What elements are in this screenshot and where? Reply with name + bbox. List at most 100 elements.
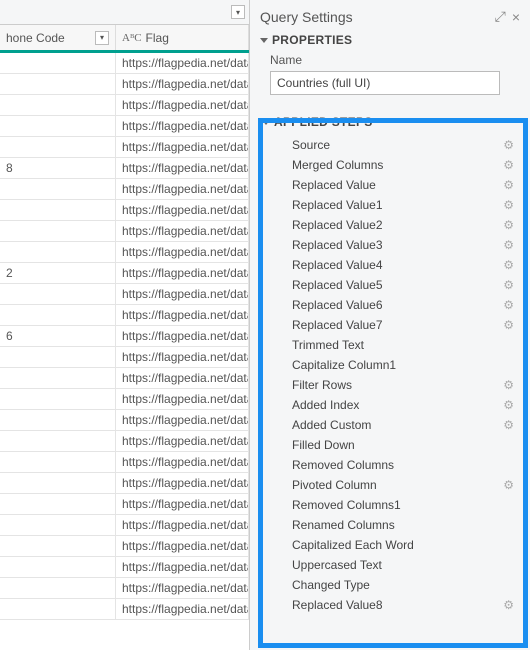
applied-step[interactable]: Replaced Value1⚙: [262, 195, 520, 215]
table-row[interactable]: https://flagpedia.net/data: [0, 557, 249, 578]
cell-flag-url[interactable]: https://flagpedia.net/data: [116, 536, 249, 556]
gear-icon[interactable]: ⚙: [503, 278, 514, 292]
cell-flag-url[interactable]: https://flagpedia.net/data: [116, 578, 249, 598]
applied-step[interactable]: Replaced Value5⚙: [262, 275, 520, 295]
table-row[interactable]: https://flagpedia.net/data: [0, 74, 249, 95]
gear-icon[interactable]: ⚙: [503, 238, 514, 252]
chevron-down-icon[interactable]: ▾: [95, 31, 109, 45]
column-header-flag[interactable]: AᴮC Flag: [116, 25, 249, 50]
cell-phone-code[interactable]: 8: [0, 158, 116, 178]
gear-icon[interactable]: ⚙: [503, 298, 514, 312]
table-row[interactable]: https://flagpedia.net/data: [0, 389, 249, 410]
cell-flag-url[interactable]: https://flagpedia.net/data: [116, 410, 249, 430]
table-row[interactable]: 8https://flagpedia.net/data: [0, 158, 249, 179]
gear-icon[interactable]: ⚙: [503, 598, 514, 612]
applied-step[interactable]: Renamed Columns: [262, 515, 520, 535]
applied-step[interactable]: Added Custom⚙: [262, 415, 520, 435]
cell-phone-code[interactable]: [0, 221, 116, 241]
cell-flag-url[interactable]: https://flagpedia.net/data: [116, 431, 249, 451]
applied-step[interactable]: Uppercased Text: [262, 555, 520, 575]
cell-phone-code[interactable]: [0, 389, 116, 409]
cell-flag-url[interactable]: https://flagpedia.net/data: [116, 95, 249, 115]
applied-step[interactable]: Capitalized Each Word: [262, 535, 520, 555]
cell-phone-code[interactable]: [0, 305, 116, 325]
cell-phone-code[interactable]: [0, 473, 116, 493]
gear-icon[interactable]: ⚙: [503, 198, 514, 212]
gear-icon[interactable]: ⚙: [503, 138, 514, 152]
gear-icon[interactable]: ⚙: [503, 178, 514, 192]
cell-phone-code[interactable]: [0, 284, 116, 304]
cell-phone-code[interactable]: [0, 410, 116, 430]
table-row[interactable]: 6https://flagpedia.net/data: [0, 326, 249, 347]
table-row[interactable]: https://flagpedia.net/data: [0, 578, 249, 599]
applied-step[interactable]: Trimmed Text: [262, 335, 520, 355]
cell-flag-url[interactable]: https://flagpedia.net/data: [116, 179, 249, 199]
applied-step[interactable]: Source⚙: [262, 135, 520, 155]
cell-flag-url[interactable]: https://flagpedia.net/data: [116, 137, 249, 157]
gear-icon[interactable]: ⚙: [503, 158, 514, 172]
table-row[interactable]: https://flagpedia.net/data: [0, 284, 249, 305]
cell-phone-code[interactable]: [0, 431, 116, 451]
cell-flag-url[interactable]: https://flagpedia.net/data: [116, 473, 249, 493]
cell-phone-code[interactable]: [0, 95, 116, 115]
applied-step[interactable]: Replaced Value3⚙: [262, 235, 520, 255]
cell-phone-code[interactable]: [0, 368, 116, 388]
cell-phone-code[interactable]: [0, 515, 116, 535]
cell-flag-url[interactable]: https://flagpedia.net/data: [116, 305, 249, 325]
table-row[interactable]: https://flagpedia.net/data: [0, 431, 249, 452]
table-row[interactable]: https://flagpedia.net/data: [0, 473, 249, 494]
cell-phone-code[interactable]: 6: [0, 326, 116, 346]
cell-flag-url[interactable]: https://flagpedia.net/data: [116, 389, 249, 409]
table-row[interactable]: https://flagpedia.net/data: [0, 494, 249, 515]
cell-phone-code[interactable]: [0, 74, 116, 94]
table-row[interactable]: https://flagpedia.net/data: [0, 137, 249, 158]
cell-flag-url[interactable]: https://flagpedia.net/data: [116, 116, 249, 136]
table-row[interactable]: https://flagpedia.net/data: [0, 599, 249, 620]
cell-phone-code[interactable]: [0, 494, 116, 514]
cell-flag-url[interactable]: https://flagpedia.net/data: [116, 368, 249, 388]
cell-phone-code[interactable]: [0, 347, 116, 367]
cell-phone-code[interactable]: [0, 557, 116, 577]
cell-phone-code[interactable]: [0, 536, 116, 556]
cell-phone-code[interactable]: [0, 242, 116, 262]
gear-icon[interactable]: ⚙: [503, 318, 514, 332]
cell-flag-url[interactable]: https://flagpedia.net/data: [116, 74, 249, 94]
cell-flag-url[interactable]: https://flagpedia.net/data: [116, 158, 249, 178]
cell-phone-code[interactable]: [0, 200, 116, 220]
table-row[interactable]: https://flagpedia.net/data: [0, 368, 249, 389]
applied-step[interactable]: Merged Columns⚙: [262, 155, 520, 175]
cell-flag-url[interactable]: https://flagpedia.net/data: [116, 557, 249, 577]
cell-phone-code[interactable]: 2: [0, 263, 116, 283]
applied-step[interactable]: Capitalize Column1: [262, 355, 520, 375]
cell-flag-url[interactable]: https://flagpedia.net/data: [116, 347, 249, 367]
applied-step[interactable]: Pivoted Column⚙: [262, 475, 520, 495]
applied-step[interactable]: Filled Down: [262, 435, 520, 455]
table-row[interactable]: https://flagpedia.net/data: [0, 410, 249, 431]
table-row[interactable]: https://flagpedia.net/data: [0, 221, 249, 242]
gear-icon[interactable]: ⚙: [503, 398, 514, 412]
gear-icon[interactable]: ⚙: [503, 218, 514, 232]
cell-phone-code[interactable]: [0, 578, 116, 598]
column-header-phone-code[interactable]: hone Code ▾: [0, 25, 116, 50]
cell-flag-url[interactable]: https://flagpedia.net/data: [116, 452, 249, 472]
applied-step[interactable]: Added Index⚙: [262, 395, 520, 415]
cell-phone-code[interactable]: [0, 116, 116, 136]
table-row[interactable]: https://flagpedia.net/data: [0, 242, 249, 263]
cell-flag-url[interactable]: https://flagpedia.net/data: [116, 200, 249, 220]
table-row[interactable]: https://flagpedia.net/data: [0, 179, 249, 200]
applied-steps-toggle[interactable]: APPLIED STEPS: [262, 115, 520, 129]
cell-flag-url[interactable]: https://flagpedia.net/data: [116, 263, 249, 283]
table-row[interactable]: https://flagpedia.net/data: [0, 53, 249, 74]
cell-phone-code[interactable]: [0, 137, 116, 157]
gear-icon[interactable]: ⚙: [503, 478, 514, 492]
table-row[interactable]: https://flagpedia.net/data: [0, 536, 249, 557]
applied-step[interactable]: Removed Columns1: [262, 495, 520, 515]
applied-step[interactable]: Replaced Value⚙: [262, 175, 520, 195]
cell-phone-code[interactable]: [0, 53, 116, 73]
cell-flag-url[interactable]: https://flagpedia.net/data: [116, 221, 249, 241]
gear-icon[interactable]: ⚙: [503, 378, 514, 392]
table-row[interactable]: https://flagpedia.net/data: [0, 515, 249, 536]
column-selector-dropdown[interactable]: ▾: [0, 0, 249, 25]
gear-icon[interactable]: ⚙: [503, 258, 514, 272]
query-name-input[interactable]: [270, 71, 500, 95]
